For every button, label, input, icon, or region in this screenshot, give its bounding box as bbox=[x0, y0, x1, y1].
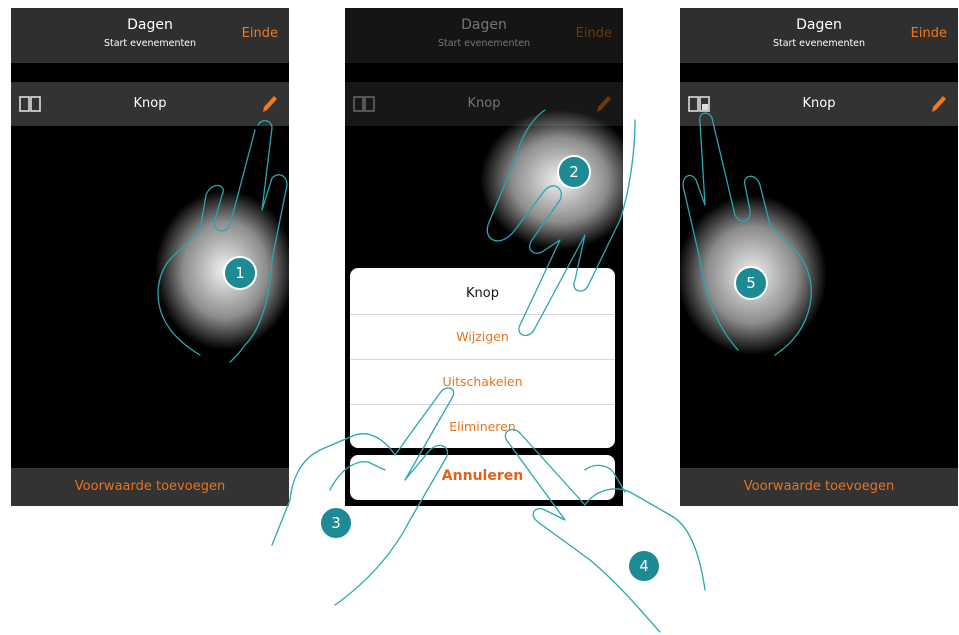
hand-pointer-icon bbox=[271, 387, 455, 606]
hand-pointer-icon bbox=[677, 112, 827, 356]
step-badge-5: 5 bbox=[734, 266, 768, 300]
step-badge-1: 1 bbox=[223, 256, 257, 290]
hand-illustrations bbox=[155, 109, 827, 633]
hand-pointer-icon bbox=[480, 109, 640, 337]
step-badge-4: 4 bbox=[627, 549, 661, 583]
hand-pointer-icon bbox=[504, 428, 706, 633]
hand-pointer-icon bbox=[155, 120, 295, 363]
step-badge-2: 2 bbox=[557, 155, 591, 189]
step-badge-3: 3 bbox=[319, 506, 353, 540]
